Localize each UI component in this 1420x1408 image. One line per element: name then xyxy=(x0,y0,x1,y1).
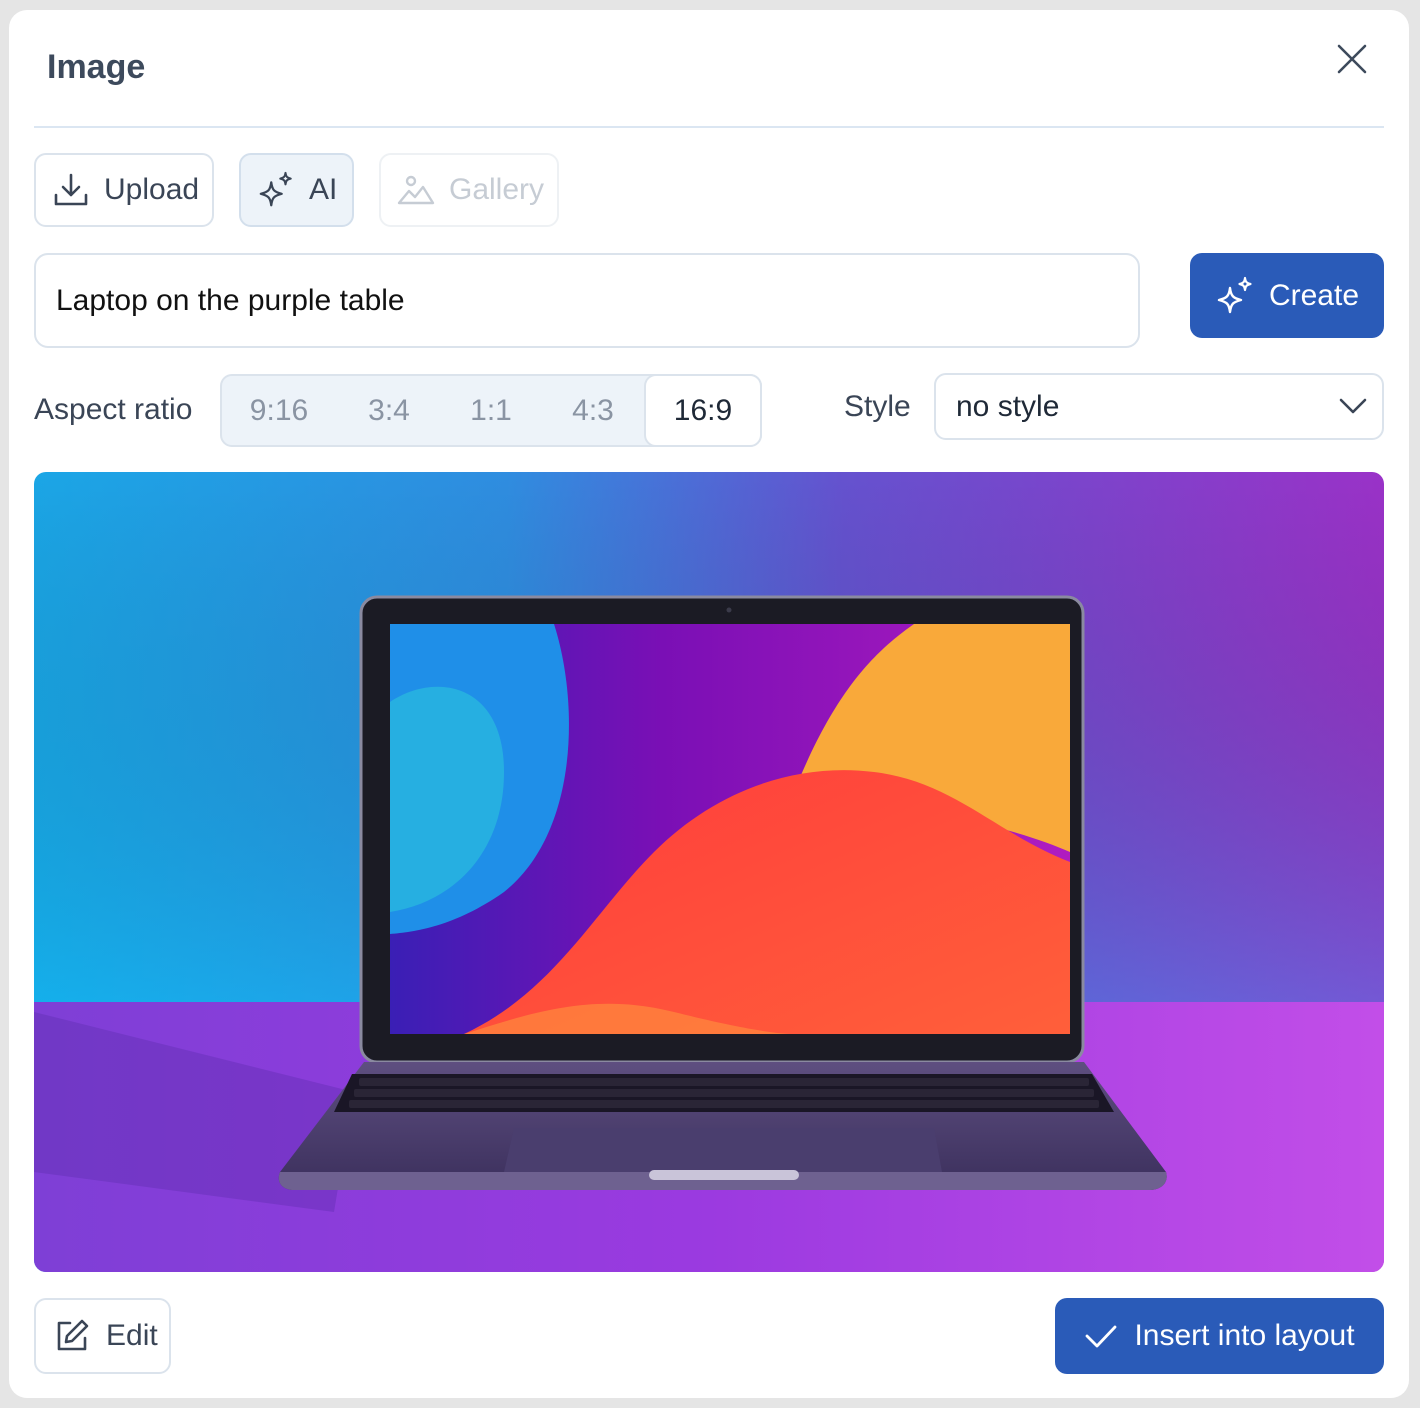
close-icon xyxy=(1337,44,1367,74)
prompt-input[interactable] xyxy=(34,253,1140,348)
tab-ai-label: AI xyxy=(309,173,338,206)
create-button-label: Create xyxy=(1268,278,1360,312)
tab-gallery[interactable]: Gallery xyxy=(379,153,559,227)
download-icon xyxy=(52,171,90,209)
chevron-down-icon xyxy=(1338,391,1368,429)
generated-image-preview xyxy=(34,472,1384,1272)
tab-upload-label: Upload xyxy=(104,173,200,206)
aspect-ratio-selector: 9:16 3:4 1:1 4:3 16:9 xyxy=(220,374,762,447)
tab-ai[interactable]: AI xyxy=(239,153,354,227)
edit-button[interactable]: Edit xyxy=(34,1298,171,1374)
edit-button-label: Edit xyxy=(106,1319,158,1352)
aspect-option-16-9[interactable]: 16:9 xyxy=(644,374,762,447)
insert-button-label: Insert into layout xyxy=(1134,1319,1355,1352)
style-select[interactable]: no style xyxy=(934,373,1384,440)
close-button[interactable] xyxy=(1329,36,1375,82)
check-icon xyxy=(1084,1319,1118,1353)
sparkles-icon xyxy=(1215,276,1255,316)
style-label: Style xyxy=(844,390,911,423)
aspect-option-9-16[interactable]: 9:16 xyxy=(222,376,336,445)
aspect-option-1-1[interactable]: 1:1 xyxy=(442,376,540,445)
dialog-title: Image xyxy=(47,48,146,86)
image-dialog: Image Upload AI Gallery Laptop on the pu… xyxy=(9,10,1409,1398)
laptop-illustration xyxy=(34,472,1384,1272)
aspect-ratio-label: Aspect ratio xyxy=(34,393,193,426)
tab-gallery-label: Gallery xyxy=(449,173,545,206)
aspect-option-4-3[interactable]: 4:3 xyxy=(540,376,646,445)
style-select-value: no style xyxy=(956,389,1060,423)
create-button[interactable]: Create xyxy=(1190,253,1384,338)
insert-into-layout-button[interactable]: Insert into layout xyxy=(1055,1298,1384,1374)
tab-upload[interactable]: Upload xyxy=(34,153,214,227)
header-divider xyxy=(34,126,1384,128)
aspect-option-3-4[interactable]: 3:4 xyxy=(336,376,442,445)
sparkles-icon xyxy=(257,171,295,209)
edit-icon xyxy=(54,1318,90,1354)
image-icon xyxy=(397,171,435,209)
